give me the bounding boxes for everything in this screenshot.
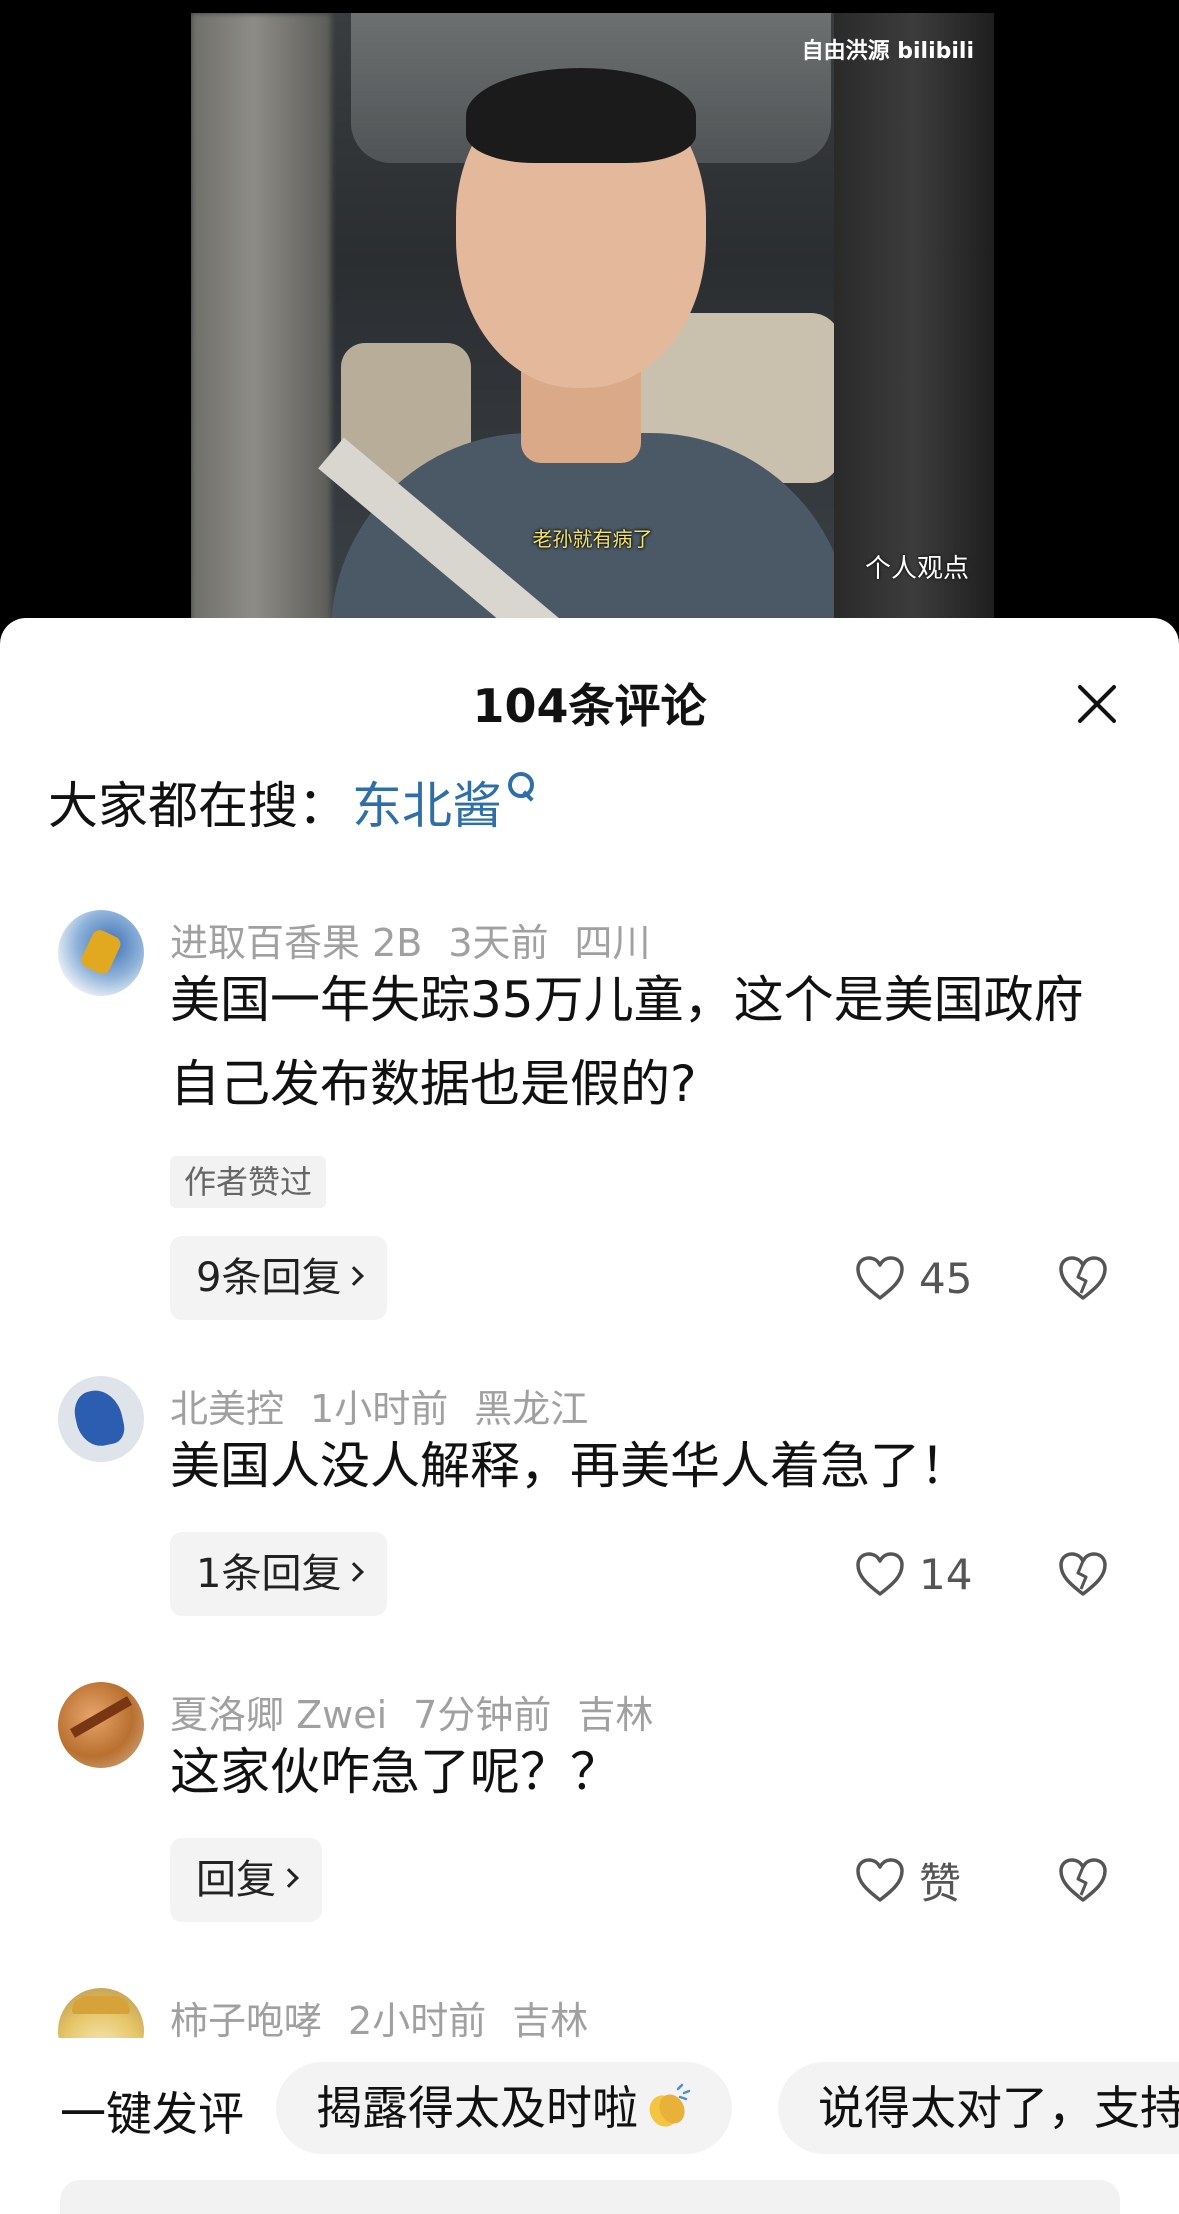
comments-title: 104条评论 — [472, 679, 707, 733]
comment-item: 柿子咆哮 2小时前 吉林 — [0, 1988, 1179, 2038]
trending-search[interactable]: 大家都在搜：东北酱 — [48, 766, 538, 838]
heart-icon — [856, 1256, 904, 1300]
trending-search-prefix: 大家都在搜： — [48, 777, 348, 835]
like-label: 赞 — [919, 1858, 962, 1908]
quick-comment-chip-text: 揭露得太及时啦 — [316, 2081, 638, 2135]
view-replies-button[interactable]: 9条回复 — [170, 1236, 388, 1320]
broken-heart-icon — [1059, 1256, 1107, 1300]
person-hair — [466, 68, 696, 163]
close-icon[interactable] — [1075, 682, 1119, 726]
author-liked-badge: 作者赞过 — [170, 1156, 327, 1208]
quick-comment-row: 一键发评 揭露得太及时啦 说得太对了，支持 — [0, 2062, 1179, 2158]
trending-search-term[interactable]: 东北酱 — [352, 777, 502, 835]
quick-comment-chip[interactable]: 说得太对了，支持 — [778, 2062, 1179, 2154]
like-button[interactable]: 赞 — [855, 1838, 961, 1922]
like-count: 45 — [919, 1253, 973, 1303]
view-replies-button[interactable]: 1条回复 — [170, 1532, 388, 1616]
comment-time: 2小时前 — [348, 1999, 487, 2038]
comment-meta: 柿子咆哮 2小时前 吉林 — [170, 1990, 614, 2038]
quick-comment-chip-text: 说得太对了，支持 — [818, 2081, 1179, 2135]
chevron-right-icon — [344, 1266, 365, 1286]
video-player[interactable]: 自由洪源 bilibili 老孙就有病了 个人观点 — [0, 0, 1179, 640]
avatar[interactable] — [58, 1682, 144, 1768]
heart-icon — [856, 1552, 904, 1596]
quick-comment-label: 一键发评 — [60, 2087, 244, 2141]
video-frame[interactable]: 自由洪源 bilibili 老孙就有病了 个人观点 — [191, 13, 994, 633]
avatar[interactable] — [58, 1376, 144, 1462]
avatar[interactable] — [58, 910, 144, 996]
broken-heart-icon — [1059, 1858, 1107, 1902]
comments-sheet: 104条评论 大家都在搜：东北酱 进取百香果 2B 3天前 四川 美国一年失踪35万… — [0, 618, 1179, 2214]
broken-heart-icon — [1059, 1552, 1107, 1596]
like-button[interactable]: 45 — [855, 1236, 972, 1320]
dislike-button[interactable] — [1058, 1532, 1108, 1616]
quick-comment-chip[interactable]: 揭露得太及时啦 — [276, 2062, 732, 2154]
dislike-button[interactable] — [1058, 1236, 1108, 1320]
comment-location: 吉林 — [512, 1999, 589, 2038]
comment-text: 这家伙咋急了呢？？ — [170, 1743, 620, 1801]
comment-text: 美国一年失踪35万儿童，这个是美国政府自己发布数据也是假的? — [170, 971, 1084, 1113]
heart-icon — [856, 1858, 904, 1902]
comment-username[interactable]: 柿子咆哮 — [170, 1999, 322, 2038]
replies-label: 9条回复 — [196, 1255, 342, 1301]
dislike-button[interactable] — [1058, 1838, 1108, 1922]
avatar[interactable] — [58, 1988, 144, 2038]
like-button[interactable]: 14 — [855, 1532, 972, 1616]
reply-button[interactable]: 回复 — [170, 1838, 322, 1922]
comment-text: 美国人没人解释，再美华人着急了！ — [170, 1437, 970, 1495]
bilibili-watermark: 自由洪源 bilibili — [801, 39, 974, 64]
chevron-right-icon — [279, 1868, 299, 1888]
clapping-hands-icon — [649, 2083, 691, 2127]
comment-input[interactable] — [60, 2180, 1120, 2214]
replies-label: 1条回复 — [196, 1551, 342, 1597]
search-icon[interactable] — [504, 766, 538, 806]
like-count: 14 — [919, 1549, 973, 1599]
opinion-label: 个人观点 — [864, 554, 969, 584]
chevron-right-icon — [344, 1562, 365, 1582]
reply-label: 回复 — [196, 1857, 276, 1903]
